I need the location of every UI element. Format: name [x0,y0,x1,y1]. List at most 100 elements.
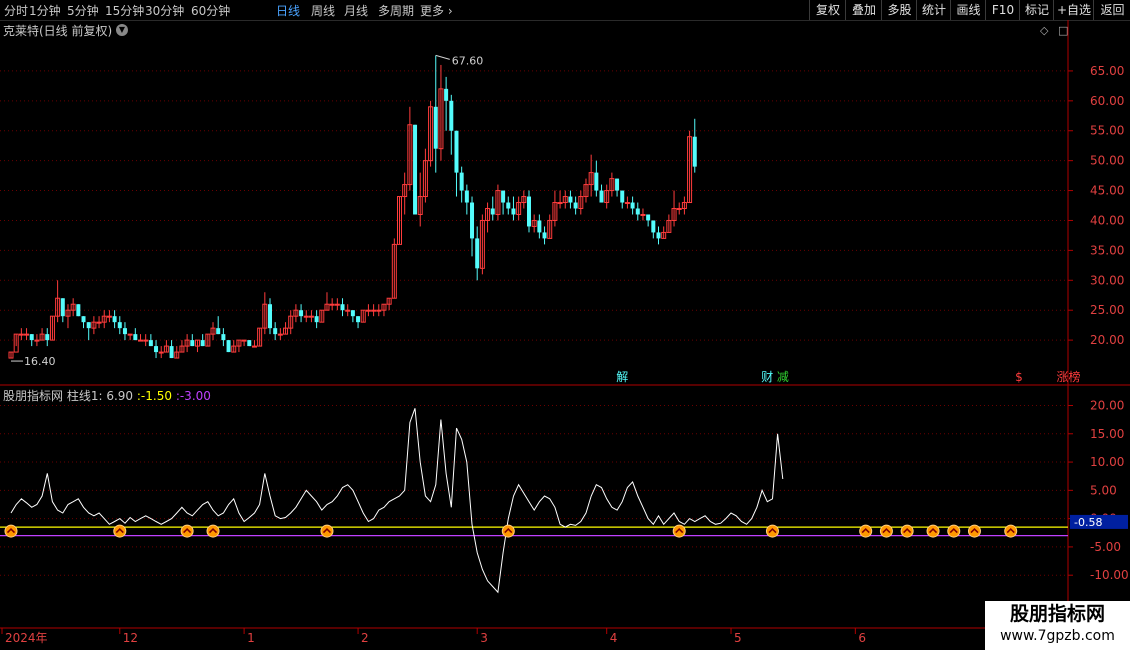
candle-body [96,321,102,324]
candle-body [24,333,30,336]
candle-body [247,340,252,347]
period-tab-5[interactable]: 60分钟 [191,2,230,19]
low-label: 16.40 [24,355,56,368]
event-label: $ [1015,370,1023,384]
candle-body [200,340,205,347]
candle-body [676,208,682,211]
candle-body [169,346,174,359]
signal-marker-circle [900,524,914,538]
signal-marker-circle [180,524,194,538]
candle-body [216,328,221,335]
candle-body [76,304,81,317]
candle-body [594,172,599,191]
candle-body [413,124,418,215]
period-tab-2[interactable]: 5分钟 [67,2,99,19]
signal-marker-circle [113,524,127,538]
period-tab-7[interactable]: 周线 [311,2,335,19]
signal-marker-circle [501,524,515,538]
candle-body [464,190,469,203]
candle-body [490,208,495,215]
indicator-tick-label: 10.00 [1090,455,1124,469]
candle-body [143,339,149,342]
candle-body [444,88,449,101]
candle-body [112,316,117,323]
toolbar-button-7[interactable]: +自选 [1053,0,1094,20]
indicator-line [10,408,784,594]
candle-body [454,130,459,173]
signal-marker-circle [859,524,873,538]
x-tick-label: 5 [734,631,742,645]
candle-body [630,202,635,209]
signal-marker [320,524,334,538]
candle-body [221,334,226,341]
candle-body [557,202,563,205]
toolbar-button-0[interactable]: 复权 [809,0,846,20]
candle-body [127,333,133,336]
watermark-url: www.7gpzb.com [1000,628,1115,644]
candle-body [138,339,143,342]
toolbar-button-4[interactable]: 画线 [950,0,986,20]
candle-body [190,340,195,347]
candle-body [599,190,604,203]
signal-marker-circle [320,524,334,538]
signal-marker-circle [967,524,981,538]
candle-body [692,136,697,167]
indicator-tick-label: 15.00 [1090,427,1124,441]
period-tab-8[interactable]: 月线 [344,2,368,19]
toolbar-button-1[interactable]: 叠加 [845,0,882,20]
watermark: 股朋指标网 www.7gpzb.com [985,601,1130,650]
candle-body [158,351,164,354]
candle-body [459,172,464,191]
period-tab-10[interactable]: 更多 › [420,2,453,19]
signal-marker-circle [1004,524,1018,538]
period-tab-0[interactable]: 分时 [4,2,28,19]
candle-body [273,328,278,335]
period-tab-9[interactable]: 多周期 [378,2,414,19]
x-tick-label: 6 [858,631,866,645]
signal-marker-circle [672,524,686,538]
indicator-tick-label: -5.00 [1090,540,1121,554]
indicator-tick-label: -10.00 [1090,568,1129,582]
toolbar-button-8[interactable]: 返回 [1093,0,1130,20]
price-tick-label: 35.00 [1090,243,1124,257]
event-label: 财 [761,370,773,384]
candle-body [656,232,661,239]
toolbar-button-3[interactable]: 统计 [916,0,951,20]
indicator-field1-label: 柱线1 [66,389,99,403]
candle-body [154,346,159,353]
signal-marker-circle [206,524,220,538]
candle-body [268,304,272,329]
toolbar-button-5[interactable]: F10 [985,0,1020,20]
candle-body [651,220,656,233]
candle-body [329,303,335,306]
signal-marker [859,524,873,538]
candle-body [277,333,283,336]
period-tab-6[interactable]: 日线 [276,2,300,19]
candle-body [251,345,257,348]
candle-body [60,298,65,317]
candle-body [86,322,91,329]
toolbar-button-6[interactable]: 标记 [1019,0,1054,20]
signal-marker-circle [926,524,940,538]
x-tick-label: 12 [123,631,138,645]
signal-marker [4,524,18,538]
toolbar-button-2[interactable]: 多股 [881,0,917,20]
signal-marker [900,524,914,538]
period-tab-1[interactable]: 1分钟 [29,2,61,19]
period-tab-3[interactable]: 15分钟 [105,2,144,19]
candle-body [345,309,351,312]
price-tick-label: 55.00 [1090,124,1124,138]
candle-body [573,202,578,209]
x-tick-label: 2 [361,631,369,645]
candle-body [527,196,531,227]
candle-body [34,339,40,342]
x-tick-label: 2024年 [5,631,48,645]
signal-marker-circle [879,524,893,538]
indicator-field1-value: 6.90 [106,389,134,403]
watermark-title: 股朋指标网 [1009,603,1105,625]
x-tick-label: 1 [247,631,255,645]
candle-body [624,202,630,205]
candle-body [303,315,309,318]
period-tab-4[interactable]: 30分钟 [145,2,184,19]
candle-body [615,178,620,191]
